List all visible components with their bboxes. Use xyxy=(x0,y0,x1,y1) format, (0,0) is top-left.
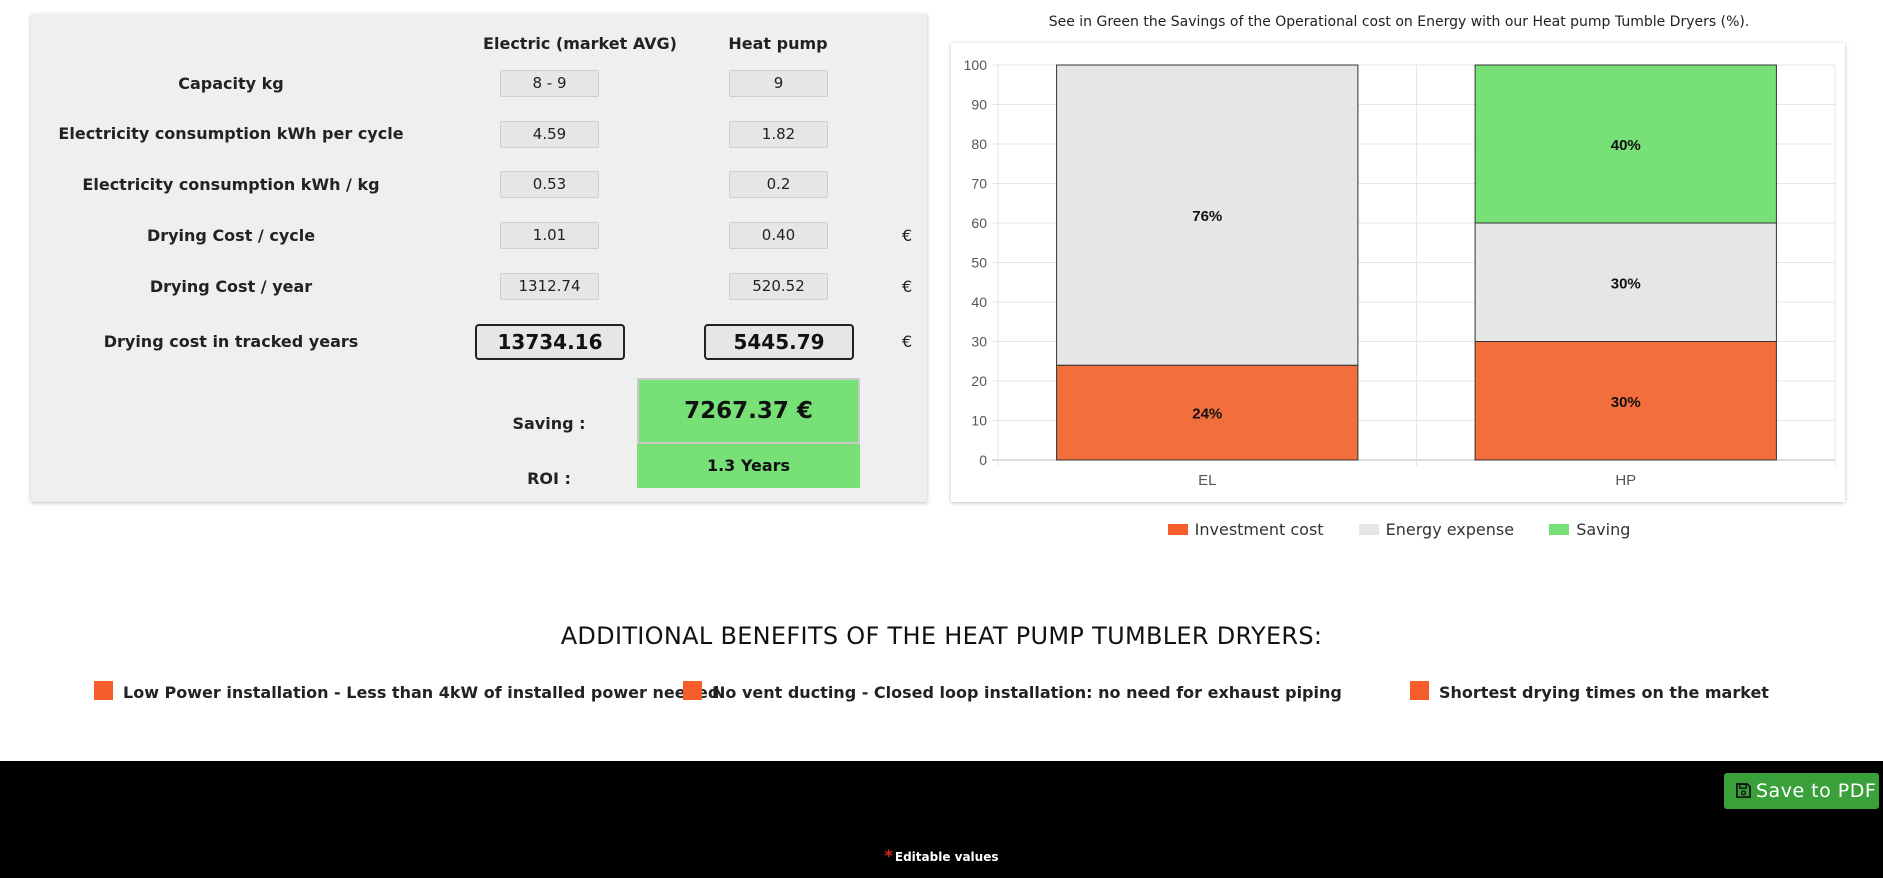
chart-legend: Investment cost Energy expense Saving xyxy=(951,520,1847,539)
orange-square-icon xyxy=(94,681,113,700)
orange-square-icon xyxy=(1410,681,1429,700)
benefits-title: ADDITIONAL BENEFITS OF THE HEAT PUMP TUM… xyxy=(560,622,1323,650)
data-label: 76% xyxy=(1192,208,1222,225)
y-tick-label: 80 xyxy=(971,136,987,152)
y-tick-label: 50 xyxy=(971,255,987,271)
heat-pump-capacity-field[interactable]: 9 xyxy=(729,70,828,97)
benefit-item: Low Power installation - Less than 4kW o… xyxy=(94,681,720,703)
legend-item-saving[interactable]: Saving xyxy=(1549,520,1630,539)
y-tick-label: 40 xyxy=(971,294,987,310)
heat-pump-kwh-kg-field[interactable]: 0.2 xyxy=(729,171,828,198)
benefit-text: Shortest drying times on the market xyxy=(1439,683,1769,702)
editable-values-label: Editable values xyxy=(894,850,999,864)
row-label-cost-cycle: Drying Cost / cycle xyxy=(146,226,316,245)
legend-swatch-investment xyxy=(1167,524,1188,535)
roi-value: 1.3 Years xyxy=(637,444,860,488)
editable-asterisk: * xyxy=(884,846,893,865)
legend-swatch-energy xyxy=(1358,524,1379,535)
row-label-capacity: Capacity kg xyxy=(178,74,284,93)
benefit-item: Shortest drying times on the market xyxy=(1410,681,1769,703)
euro-unit: € xyxy=(902,226,913,245)
euro-unit: € xyxy=(902,332,913,351)
save-to-pdf-button[interactable]: Save to PDF xyxy=(1724,773,1879,809)
euro-unit: € xyxy=(902,277,913,296)
heat-pump-cost-year-field[interactable]: 520.52 xyxy=(729,273,828,300)
electric-kwh-cycle-field[interactable]: 4.59 xyxy=(500,121,599,148)
heat-pump-kwh-cycle-field[interactable]: 1.82 xyxy=(729,121,828,148)
row-label-kwh-per-cycle: Electricity consumption kWh per cycle xyxy=(58,124,404,143)
column-header-electric: Electric (market AVG) xyxy=(483,34,677,53)
data-label: 24% xyxy=(1192,406,1222,423)
legend-item-energy[interactable]: Energy expense xyxy=(1358,520,1515,539)
y-tick-label: 60 xyxy=(971,215,987,231)
legend-swatch-saving xyxy=(1549,524,1570,535)
benefit-text: Low Power installation - Less than 4kW o… xyxy=(123,683,720,702)
stacked-bar-chart: 0 10 20 30 40 50 60 70 80 90 100 24% 76% EL 30% 30% 40% H… xyxy=(964,57,1836,489)
legend-label: Saving xyxy=(1576,520,1631,539)
electric-kwh-kg-field[interactable]: 0.53 xyxy=(500,171,599,198)
y-tick-label: 90 xyxy=(971,97,987,113)
data-label: 40% xyxy=(1611,137,1641,154)
chart-caption: See in Green the Savings of the Operatio… xyxy=(1048,14,1750,30)
y-tick-label: 30 xyxy=(971,334,987,350)
row-label-cost-year: Drying Cost / year xyxy=(149,277,313,296)
roi-label: ROI : xyxy=(527,469,571,488)
y-tick-label: 0 xyxy=(979,452,987,468)
benefit-item: No vent ducting - Closed loop installati… xyxy=(683,681,1342,703)
electric-tracked-total: 13734.16 xyxy=(475,324,625,360)
column-header-heat-pump: Heat pump xyxy=(728,34,828,53)
electric-cost-year-field[interactable]: 1312.74 xyxy=(500,273,599,300)
save-to-pdf-label: Save to PDF xyxy=(1756,780,1877,802)
saving-label: Saving : xyxy=(512,414,586,433)
data-label: 30% xyxy=(1611,275,1641,292)
row-label-kwh-per-kg: Electricity consumption kWh / kg xyxy=(82,175,380,194)
x-tick-label: HP xyxy=(1615,472,1636,489)
y-tick-label: 10 xyxy=(971,413,987,429)
y-tick-label: 100 xyxy=(964,57,988,73)
legend-label: Investment cost xyxy=(1194,520,1324,539)
saving-value: 7267.37 € xyxy=(637,378,860,444)
electric-capacity-field[interactable]: 8 - 9 xyxy=(500,70,599,97)
row-label-tracked-years: Drying cost in tracked years xyxy=(103,332,359,351)
editable-values-note: * Editable values xyxy=(0,846,1883,865)
heat-pump-cost-cycle-field[interactable]: 0.40 xyxy=(729,222,828,249)
x-tick-label: EL xyxy=(1198,472,1216,489)
chart-panel: 0 10 20 30 40 50 60 70 80 90 100 24% 76% EL 30% 30% 40% H… xyxy=(951,43,1845,502)
floppy-disk-icon xyxy=(1736,783,1751,798)
legend-item-investment[interactable]: Investment cost xyxy=(1167,520,1324,539)
heat-pump-tracked-total: 5445.79 xyxy=(704,324,854,360)
y-tick-label: 20 xyxy=(971,373,987,389)
orange-square-icon xyxy=(683,681,702,700)
y-tick-label: 70 xyxy=(971,176,987,192)
benefit-text: No vent ducting - Closed loop installati… xyxy=(712,683,1342,702)
legend-label: Energy expense xyxy=(1385,520,1515,539)
data-label: 30% xyxy=(1611,394,1641,411)
electric-cost-cycle-field[interactable]: 1.01 xyxy=(500,222,599,249)
